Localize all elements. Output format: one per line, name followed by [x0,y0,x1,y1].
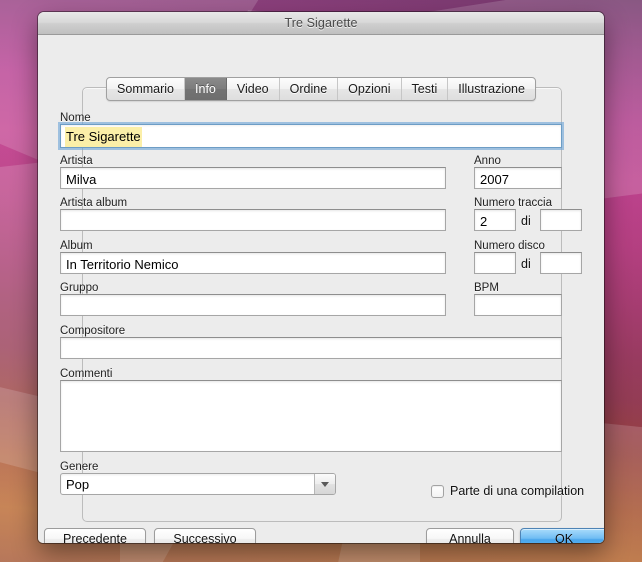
artista-input-value: Milva [66,172,97,187]
album-input-value: In Territorio Nemico [66,257,179,272]
album-input[interactable]: In Territorio Nemico [60,252,446,274]
tab-sommario[interactable]: Sommario [107,78,186,100]
label-artista-album: Artista album [60,197,128,209]
label-numero-traccia: Numero traccia [474,197,552,209]
label-anno: Anno [474,155,501,167]
gruppo-input[interactable] [60,294,446,316]
numero-disco-total-input[interactable] [540,252,582,274]
successivo-button[interactable]: Successivo [154,528,256,543]
compositore-input[interactable] [60,337,562,359]
window-title: Tre Sigarette [284,16,358,30]
window-body: Sommario Info Video Ordine Opzioni Testi… [38,35,604,543]
annulla-button[interactable]: Annulla [426,528,514,543]
anno-input[interactable]: 2007 [474,167,562,189]
label-bpm: BPM [474,282,499,294]
artista-album-input[interactable] [60,209,446,231]
genere-combobox[interactable]: Pop [60,473,336,495]
label-disco-di: di [521,257,531,271]
numero-traccia-value: 2 [480,214,488,229]
label-nome: Nome [60,112,91,124]
tab-testi[interactable]: Testi [402,78,449,100]
label-traccia-di: di [521,214,531,228]
label-gruppo: Gruppo [60,282,99,294]
numero-disco-input[interactable] [474,252,516,274]
genere-selected-value: Pop [66,476,90,492]
tab-info[interactable]: Info [185,78,227,100]
bpm-input[interactable] [474,294,562,316]
ok-button[interactable]: OK [520,528,604,543]
commenti-textarea[interactable] [60,380,562,452]
tab-opzioni[interactable]: Opzioni [338,78,402,100]
artista-input[interactable]: Milva [60,167,446,189]
tab-ordine[interactable]: Ordine [280,78,339,100]
label-commenti: Commenti [60,368,113,380]
compilation-checkbox-row[interactable]: Parte di una compilation [431,484,584,498]
numero-traccia-input[interactable]: 2 [474,209,516,231]
nome-input[interactable]: Tre Sigarette [60,124,562,148]
label-compositore: Compositore [60,325,126,337]
precedente-button[interactable]: Precedente [44,528,146,543]
nome-input-value: Tre Sigarette [65,127,142,147]
tab-bar: Sommario Info Video Ordine Opzioni Testi… [38,77,604,101]
info-form: Nome Tre Sigarette Artista Milva Anno 20… [38,35,604,543]
label-genere: Genere [60,461,99,473]
numero-traccia-total-input[interactable] [540,209,582,231]
label-numero-disco: Numero disco [474,240,545,252]
window-titlebar[interactable]: Tre Sigarette [38,12,604,35]
tab-illustrazione[interactable]: Illustrazione [448,78,535,100]
tab-video[interactable]: Video [227,78,280,100]
track-info-dialog: Tre Sigarette Sommario Info Video Ordine… [38,12,604,543]
chevron-down-icon[interactable] [314,474,335,494]
label-artista: Artista [60,155,93,167]
compilation-label: Parte di una compilation [450,484,585,498]
anno-input-value: 2007 [480,172,509,187]
compilation-checkbox[interactable] [431,484,444,498]
tab-group: Sommario Info Video Ordine Opzioni Testi… [106,77,536,101]
label-album: Album [60,240,93,252]
